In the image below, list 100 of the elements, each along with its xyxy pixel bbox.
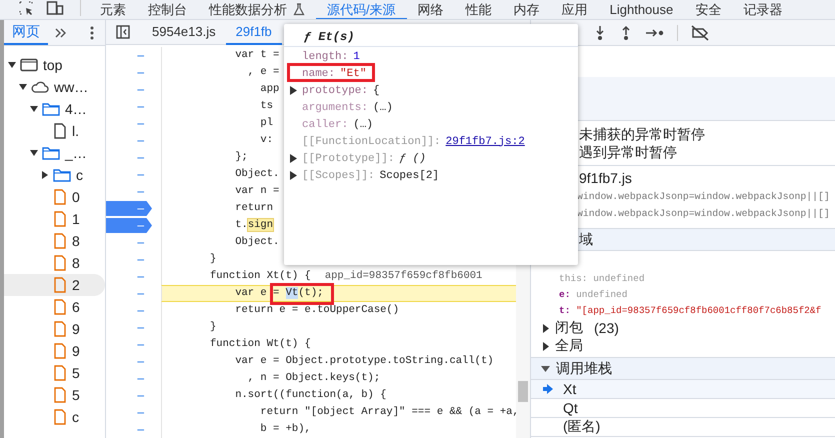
- tree-item[interactable]: 5: [4, 384, 105, 406]
- line-gutter-marker[interactable]: –: [106, 252, 152, 267]
- line-gutter-marker[interactable]: –: [106, 99, 152, 114]
- folder-icon: [42, 146, 60, 160]
- panel-tab[interactable]: 性能数据分析: [198, 0, 316, 19]
- panel-tab[interactable]: Lighthouse: [598, 0, 684, 19]
- property-value: (…): [373, 102, 393, 114]
- file-icon: [53, 409, 67, 425]
- call-stack-frame[interactable]: (匿名): [531, 418, 835, 437]
- panel-tab[interactable]: 控制台: [137, 0, 198, 19]
- annotation-rectangle: [270, 283, 334, 305]
- call-stack-frame[interactable]: Xt: [531, 380, 835, 399]
- tree-item[interactable]: 0: [4, 186, 105, 208]
- scope-group[interactable]: 全局: [531, 337, 835, 355]
- line-gutter-marker[interactable]: –: [106, 303, 152, 318]
- property-name: length:: [302, 50, 348, 62]
- file-icon: [53, 123, 67, 139]
- line-gutter-marker[interactable]: –: [106, 150, 152, 165]
- scope-variable: e: undefined: [558, 288, 628, 302]
- line-gutter-marker[interactable]: –: [106, 48, 152, 63]
- scrollbar-thumb[interactable]: [518, 381, 528, 402]
- breakpoint-code-snippet[interactable]: window.webpackJsonp=window.webpackJsonp||[]: [577, 188, 835, 205]
- tree-item[interactable]: c: [4, 164, 105, 186]
- line-gutter-marker[interactable]: –: [106, 422, 152, 437]
- panel-tab[interactable]: 安全: [684, 0, 732, 19]
- step-icon[interactable]: [645, 26, 665, 38]
- expand-toggle-icon[interactable]: [542, 342, 550, 350]
- line-gutter-marker[interactable]: –: [106, 269, 152, 284]
- tree-item[interactable]: 4…: [4, 98, 105, 120]
- tree-item[interactable]: top: [4, 54, 105, 76]
- tree-item[interactable]: _…: [4, 142, 105, 164]
- line-gutter-marker[interactable]: –: [106, 286, 152, 301]
- deactivate-breakpoints-icon[interactable]: [690, 24, 710, 40]
- panel-tab[interactable]: 应用: [550, 0, 599, 19]
- flask-icon: [293, 3, 305, 16]
- breakpoint-code-snippet[interactable]: window.webpackJsonp=window.webpackJsonp||[]: [577, 205, 835, 222]
- line-gutter-marker[interactable]: –: [106, 116, 152, 131]
- property-name: [[Prototype]]:: [302, 152, 394, 164]
- tree-item[interactable]: 1: [4, 208, 105, 230]
- tree-item[interactable]: 9: [4, 318, 105, 340]
- file-icon: [53, 387, 67, 403]
- scope-group[interactable]: 闭包 (23): [531, 319, 835, 337]
- line-gutter-marker[interactable]: –: [106, 388, 152, 403]
- line-gutter-marker[interactable]: –: [106, 354, 152, 369]
- line-gutter-marker[interactable]: –: [106, 65, 152, 80]
- more-options-icon[interactable]: [90, 26, 94, 40]
- line-gutter-marker[interactable]: –: [106, 82, 152, 97]
- line-gutter-marker[interactable]: –: [106, 133, 152, 148]
- expand-toggle-icon[interactable]: [542, 324, 550, 332]
- function-signature: ƒ Et(s): [284, 28, 578, 47]
- line-gutter-marker[interactable]: –: [106, 337, 152, 352]
- line-gutter-marker[interactable]: –: [106, 371, 152, 386]
- panel-tab[interactable]: 网络: [406, 0, 455, 19]
- call-stack-title[interactable]: 调用堆栈: [556, 360, 612, 378]
- inspect-icon[interactable]: [18, 0, 34, 16]
- file-icon: [53, 255, 67, 271]
- panel-tab[interactable]: 性能: [454, 0, 503, 19]
- file-tab[interactable]: 29f1fb: [226, 20, 282, 44]
- expand-toggle-icon[interactable]: [290, 86, 297, 95]
- tree-item[interactable]: 6: [4, 296, 105, 318]
- device-icon[interactable]: [46, 0, 64, 16]
- panel-tab[interactable]: 内存: [502, 0, 551, 19]
- tree-item[interactable]: ww…: [4, 76, 105, 98]
- scope-section-title[interactable]: 域: [579, 230, 593, 248]
- line-gutter-marker[interactable]: –: [106, 405, 152, 420]
- frame-icon: [20, 58, 38, 72]
- expand-toggle-icon[interactable]: [290, 154, 297, 163]
- call-stack-frame[interactable]: Qt: [531, 399, 835, 418]
- line-gutter-marker[interactable]: –: [106, 201, 152, 216]
- exception-option-label[interactable]: 遇到异常时暂停: [579, 143, 835, 161]
- property-value: (…): [353, 118, 374, 130]
- line-gutter-marker[interactable]: –: [106, 218, 152, 233]
- line-gutter-marker[interactable]: –: [106, 167, 152, 182]
- line-gutter-marker[interactable]: –: [106, 235, 152, 250]
- folder-icon: [53, 168, 71, 182]
- tree-item[interactable]: 5: [4, 362, 105, 384]
- line-gutter-marker[interactable]: –: [106, 320, 152, 335]
- tree-item[interactable]: 9: [4, 340, 105, 362]
- sidebar-toggle-icon[interactable]: [116, 25, 130, 39]
- tree-item[interactable]: l.: [4, 120, 105, 142]
- property-name: [[FunctionLocation]]:: [302, 136, 441, 148]
- tree-item[interactable]: c: [4, 406, 105, 428]
- expand-toggle-icon[interactable]: [541, 364, 550, 372]
- line-gutter-marker[interactable]: –: [106, 184, 152, 199]
- tree-item[interactable]: 8: [4, 230, 105, 252]
- file-icon: [53, 277, 67, 293]
- tree-item[interactable]: 8: [4, 252, 105, 274]
- tree-item[interactable]: 2: [4, 274, 105, 296]
- file-icon: [53, 211, 67, 227]
- property-value: {: [373, 84, 380, 96]
- panel-tab[interactable]: 记录器: [732, 0, 794, 19]
- current-frame-arrow-icon: [543, 384, 553, 394]
- property-value: ƒ (): [399, 152, 426, 164]
- file-icon: [53, 343, 67, 359]
- exception-option-label[interactable]: 未捕获的异常时暂停: [579, 125, 835, 143]
- panel-tab[interactable]: 元素: [89, 0, 137, 19]
- property-name: caller:: [302, 118, 348, 130]
- file-tab[interactable]: 5954e13.js: [142, 20, 226, 44]
- expand-toggle-icon[interactable]: [290, 171, 297, 180]
- more-tabs-icon[interactable]: [54, 26, 68, 38]
